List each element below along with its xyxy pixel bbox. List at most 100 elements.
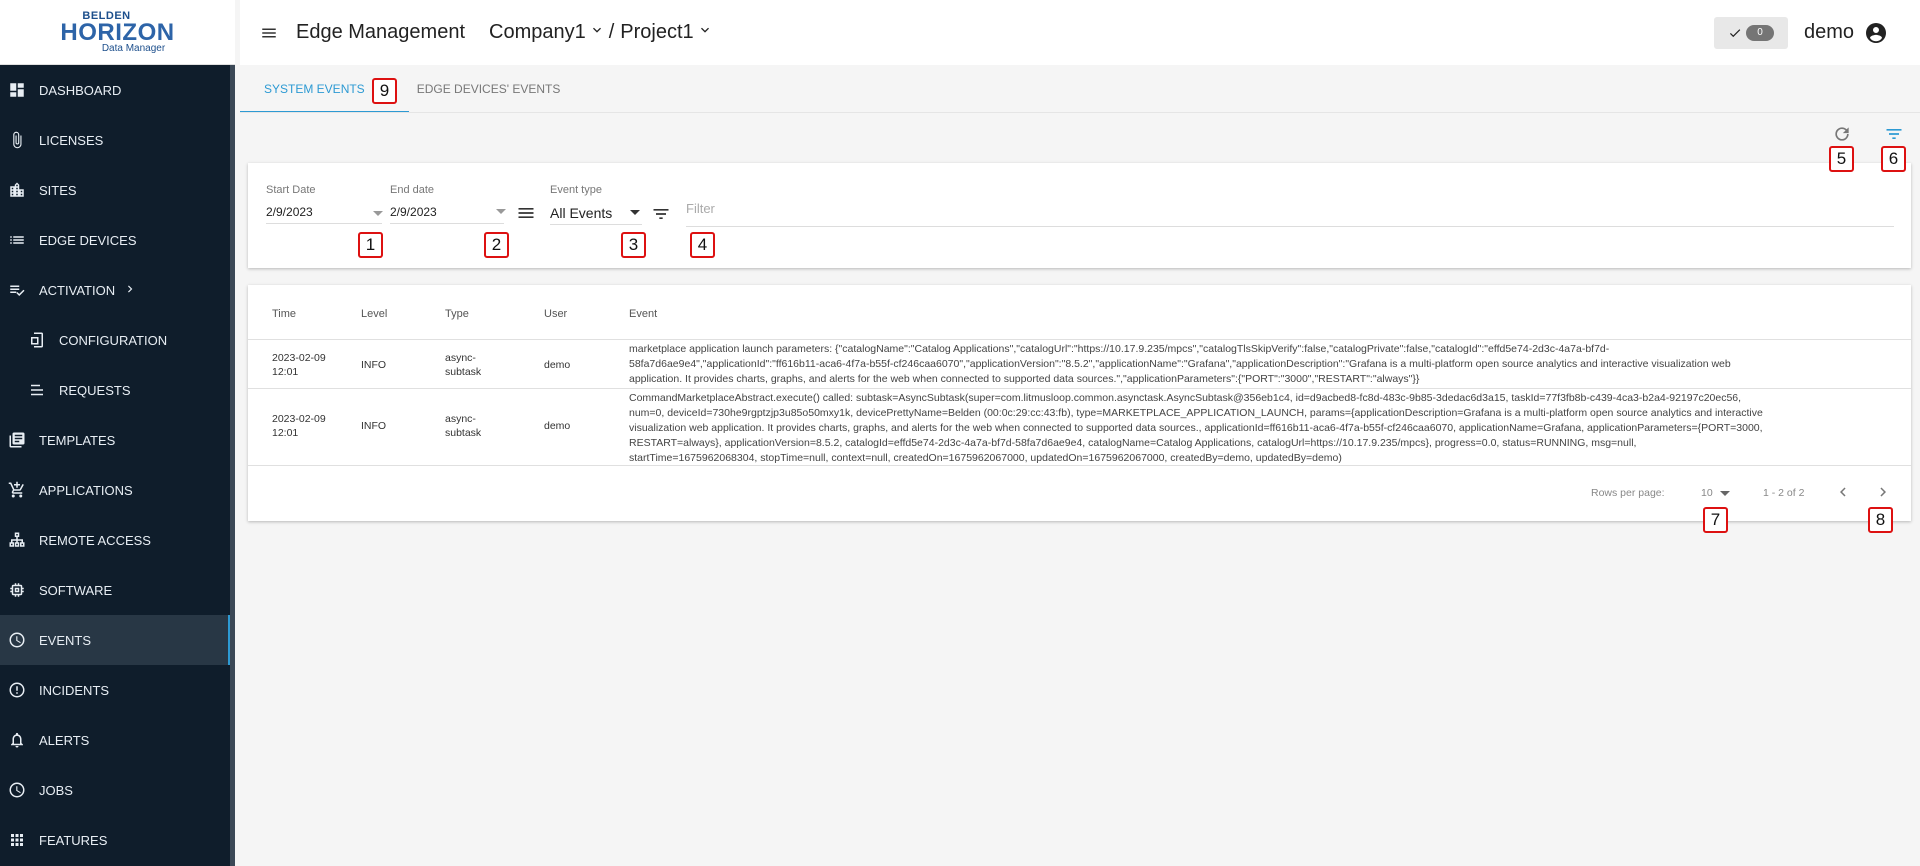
building-icon — [8, 181, 26, 199]
hamburger-menu-icon[interactable] — [258, 24, 280, 42]
sidebar-item-applications[interactable]: APPLICATIONS — [0, 465, 235, 515]
marker-9: 9 — [372, 78, 397, 104]
sidebar-item-label: SITES — [39, 182, 77, 198]
filter-lines-icon[interactable] — [651, 204, 671, 224]
rows-per-page-select[interactable]: 10 — [1701, 487, 1713, 499]
tasks-button[interactable]: 0 — [1713, 16, 1788, 49]
tab-bar: SYSTEM EVENTS EDGE DEVICES' EVENTS — [240, 65, 1920, 113]
next-page-icon[interactable] — [1874, 483, 1892, 501]
header-divider — [248, 339, 1911, 340]
dashboard-icon — [8, 81, 26, 99]
cell-type: async-subtask — [445, 352, 482, 378]
sidebar-item-templates[interactable]: TEMPLATES — [0, 415, 235, 465]
app-root: BELDEN HORIZON Data Manager DASHBOARD LI… — [0, 0, 1920, 866]
sidebar-item-requests[interactable]: REQUESTS — [0, 365, 235, 415]
column-header-event[interactable]: Event — [629, 308, 657, 320]
column-header-time[interactable]: Time — [272, 308, 296, 320]
user-name[interactable]: demo — [1804, 21, 1854, 44]
breadcrumb-separator: / — [608, 21, 615, 43]
event-type-select[interactable]: All Events — [550, 205, 612, 221]
menu-lines-icon[interactable] — [516, 203, 536, 223]
marker-4: 4 — [690, 232, 715, 258]
sidebar-item-label: JOBS — [39, 782, 73, 798]
sidebar-item-features[interactable]: FEATURES — [0, 815, 235, 865]
cell-time: 2023-02-09 12:01 — [272, 352, 326, 378]
end-date-dropdown-icon[interactable] — [496, 209, 506, 214]
marker-1: 1 — [358, 232, 383, 258]
clock-icon — [8, 781, 26, 799]
start-date-dropdown-icon[interactable] — [373, 211, 383, 216]
sidebar-item-label: ALERTS — [39, 732, 90, 748]
top-right-actions: 0 demo — [1713, 0, 1920, 65]
sidebar-item-label: FEATURES — [39, 832, 108, 848]
filter-toggle-icon[interactable] — [1883, 123, 1905, 145]
sidebar-item-configuration[interactable]: CONFIGURATION — [0, 315, 235, 365]
sidebar-item-software[interactable]: SOFTWARE — [0, 565, 235, 615]
sidebar-item-label: APPLICATIONS — [39, 482, 133, 498]
sidebar-item-sites[interactable]: SITES — [0, 165, 235, 215]
paperclip-icon — [8, 131, 26, 149]
project-selector[interactable]: Project1 — [620, 21, 693, 44]
page-title: Edge Management — [296, 21, 466, 43]
start-date-field[interactable]: 2/9/2023 — [266, 205, 313, 219]
list-lines-icon — [28, 381, 46, 399]
event-type-dropdown-icon[interactable] — [630, 210, 640, 215]
cell-level: INFO — [361, 420, 387, 432]
event-type-underline — [550, 224, 642, 225]
sidebar-item-jobs[interactable]: JOBS — [0, 765, 235, 815]
sidebar-item-incidents[interactable]: INCIDENTS — [0, 665, 235, 715]
marker-3: 3 — [621, 232, 646, 258]
sidebar-item-alerts[interactable]: ALERTS — [0, 715, 235, 765]
column-header-level[interactable]: Level — [361, 308, 387, 320]
tab-system-events[interactable]: SYSTEM EVENTS — [240, 65, 409, 113]
cell-user: demo — [544, 359, 571, 371]
company-selector[interactable]: Company1 — [489, 21, 586, 44]
tab-edge-devices-events[interactable]: EDGE DEVICES' EVENTS — [389, 65, 585, 113]
sidebar-item-activation[interactable]: ACTIVATION — [0, 265, 235, 315]
sidebar-item-label: REQUESTS — [59, 382, 131, 398]
filter-input[interactable] — [686, 197, 1836, 219]
refresh-icon[interactable] — [1831, 123, 1853, 145]
list-icon — [8, 231, 26, 249]
cell-event: marketplace application launch parameter… — [629, 343, 1731, 385]
sidebar-item-label: SOFTWARE — [39, 582, 113, 598]
sidebar: BELDEN HORIZON Data Manager DASHBOARD LI… — [0, 0, 235, 866]
event-type-label: Event type — [550, 184, 602, 196]
chevron-down-icon[interactable] — [586, 21, 607, 44]
cell-time: 2023-02-09 12:01 — [272, 413, 326, 439]
previous-page-icon[interactable] — [1834, 483, 1852, 501]
sidebar-item-licenses[interactable]: LICENSES — [0, 115, 235, 165]
end-date-label: End date — [390, 184, 435, 196]
cart-icon — [8, 481, 26, 499]
sidebar-item-label: REMOTE ACCESS — [39, 532, 151, 548]
apps-grid-icon — [8, 831, 26, 849]
column-header-type[interactable]: Type — [445, 308, 469, 320]
start-date-label: Start Date — [266, 184, 316, 196]
history-icon — [8, 631, 26, 649]
row-divider — [248, 465, 1911, 466]
rows-per-page-dropdown-icon[interactable] — [1720, 491, 1730, 496]
cell-level: INFO — [361, 359, 387, 371]
end-date-field[interactable]: 2/9/2023 — [390, 205, 437, 219]
config-file-icon — [28, 331, 46, 349]
sidebar-item-label: ACTIVATION — [39, 282, 116, 298]
logo[interactable]: BELDEN HORIZON Data Manager — [0, 0, 235, 65]
chevron-down-icon[interactable] — [694, 21, 715, 44]
top-bar: Edge Management Company1 / Project1 0 de… — [240, 0, 1920, 65]
sidebar-item-label: DASHBOARD — [39, 82, 122, 98]
bell-icon — [8, 731, 26, 749]
library-icon — [8, 431, 26, 449]
sidebar-item-dashboard[interactable]: DASHBOARD — [0, 65, 235, 115]
sidebar-item-label: INCIDENTS — [39, 682, 110, 698]
column-header-user[interactable]: User — [544, 308, 567, 320]
sidebar-scrollbar[interactable] — [230, 65, 235, 866]
chip-icon — [8, 581, 26, 599]
sidebar-item-edge-devices[interactable]: EDGE DEVICES — [0, 215, 235, 265]
marker-2: 2 — [484, 232, 509, 258]
cell-user: demo — [544, 420, 571, 432]
checklist-icon — [8, 281, 26, 299]
account-icon[interactable] — [1864, 21, 1888, 45]
sidebar-item-remote-access[interactable]: REMOTE ACCESS — [0, 515, 235, 565]
breadcrumb: Company1 / Project1 — [489, 21, 715, 44]
sidebar-item-events[interactable]: EVENTS — [0, 615, 235, 665]
